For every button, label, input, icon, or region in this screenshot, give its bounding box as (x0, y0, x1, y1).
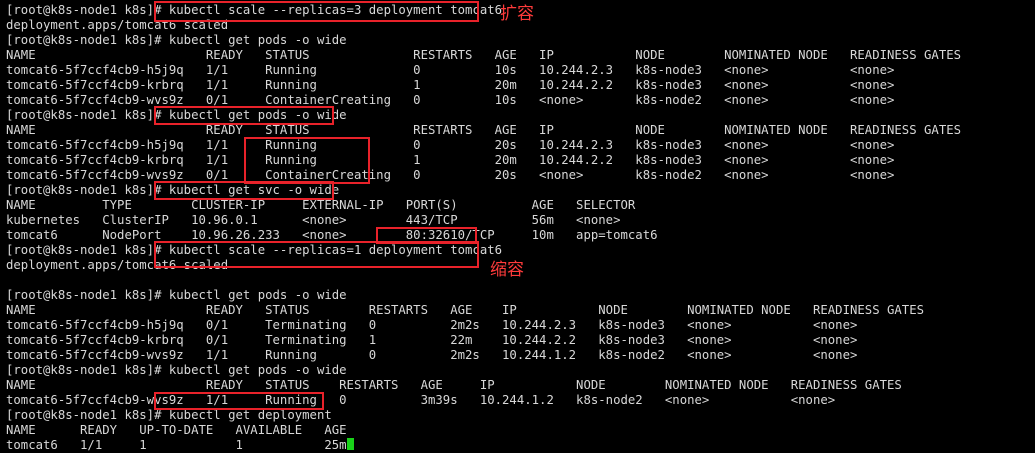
get-pods-command-highlight (154, 106, 334, 125)
scale-up-label: 扩容 (500, 4, 534, 24)
table-header: NAME READY UP-TO-DATE AVAILABLE AGE (6, 423, 347, 437)
scale-down-label: 缩容 (490, 260, 524, 280)
command-line: [root@k8s-node1 k8s]# kubectl get deploy… (6, 408, 332, 422)
table-header: NAME READY STATUS RESTARTS AGE IP NODE N… (6, 378, 902, 392)
table-row: tomcat6-5f7ccf4cb9-wvs9z 0/1 ContainerCr… (6, 168, 895, 182)
command-line: [root@k8s-node1 k8s]# kubectl get pods -… (6, 288, 347, 302)
scale-up-command-highlight (154, 1, 479, 22)
table-row: tomcat6-5f7ccf4cb9-krbrq 1/1 Running 1 2… (6, 78, 895, 92)
table-row: tomcat6-5f7ccf4cb9-wvs9z 0/1 ContainerCr… (6, 93, 895, 107)
table-header: NAME TYPE CLUSTER-IP EXTERNAL-IP PORT(S)… (6, 198, 636, 212)
deployment-row-text: tomcat6 1/1 1 1 25m (6, 438, 347, 452)
table-row: tomcat6-5f7ccf4cb9-h5j9q 0/1 Terminating… (6, 318, 858, 332)
table-row: kubernetes ClusterIP 10.96.0.1 <none> 44… (6, 213, 621, 227)
table-row: tomcat6-5f7ccf4cb9-krbrq 1/1 Running 1 2… (6, 153, 895, 167)
get-svc-command-highlight (154, 181, 334, 200)
table-row: tomcat6 1/1 1 1 25m (6, 438, 354, 453)
terminal-window[interactable]: [root@k8s-node1 k8s]# kubectl scale --re… (0, 0, 1035, 452)
pod-status-highlight (244, 137, 370, 184)
table-row: tomcat6-5f7ccf4cb9-h5j9q 1/1 Running 0 2… (6, 138, 895, 152)
command-line: [root@k8s-node1 k8s]# kubectl get pods -… (6, 363, 347, 377)
table-row: tomcat6-5f7ccf4cb9-wvs9z 1/1 Running 0 3… (6, 393, 836, 407)
command-line: [root@k8s-node1 k8s]# kubectl get pods -… (6, 33, 347, 47)
table-header: NAME READY STATUS RESTARTS AGE IP NODE N… (6, 303, 925, 317)
scale-down-command-highlight (154, 241, 479, 268)
table-row: tomcat6-5f7ccf4cb9-h5j9q 1/1 Running 0 1… (6, 63, 895, 77)
terminal-cursor (346, 438, 354, 450)
table-header: NAME READY STATUS RESTARTS AGE IP NODE N… (6, 48, 962, 62)
table-row: tomcat6-5f7ccf4cb9-wvs9z 1/1 Running 0 2… (6, 348, 858, 362)
table-header: NAME READY STATUS RESTARTS AGE IP NODE N… (6, 123, 962, 137)
get-deployment-command-highlight (154, 392, 324, 410)
table-row: tomcat6-5f7ccf4cb9-krbrq 0/1 Terminating… (6, 333, 858, 347)
